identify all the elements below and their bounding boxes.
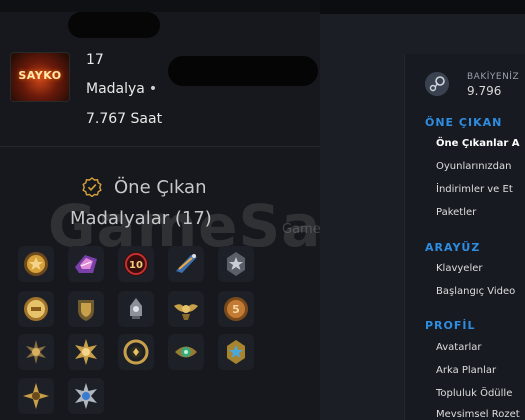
stat-medals: Madalya • [86, 81, 157, 97]
medal-sunburst-icon[interactable] [18, 334, 54, 370]
medals-subtitle: Madalyalar (17) [70, 208, 212, 229]
section-divider [0, 146, 320, 147]
nav-item-backgrounds[interactable]: Arka Planlar [436, 365, 496, 376]
nav-item-community-awards[interactable]: Topluluk Ödülle [436, 388, 512, 399]
medal-blade-icon[interactable] [168, 246, 204, 282]
medal-gold-star-icon[interactable] [18, 246, 54, 282]
medal-blue-star-icon[interactable] [218, 334, 254, 370]
nav-item-bundles[interactable]: Paketler [436, 207, 476, 218]
dot-separator: • [148, 81, 158, 97]
panel-gap [320, 0, 404, 420]
settings-panel: BAKİYENİZ 9.796 ÖNE ÇIKAN Öne Çıkanlar A… [404, 54, 525, 420]
top-bar [320, 0, 525, 14]
stat-medals-label: Madalya [86, 81, 145, 97]
nav-item-keyboards[interactable]: Klavyeler [436, 263, 483, 274]
avatar[interactable]: SAYKO [10, 52, 70, 102]
top-strip [0, 0, 320, 12]
svg-text:5: 5 [232, 303, 240, 316]
nav-item-featured[interactable]: Öne Çıkanlar A [436, 138, 520, 149]
medal-emerald-icon[interactable] [168, 334, 204, 370]
nav-item-startup-video[interactable]: Başlangıç Video [436, 286, 515, 297]
medal-shield-icon[interactable] [68, 291, 104, 327]
top-bar-shade [320, 14, 525, 54]
steam-logo-icon [425, 72, 449, 96]
medal-silver-star-icon[interactable] [218, 246, 254, 282]
medals-title: Öne Çıkan [114, 177, 207, 198]
nav-item-seasonal-badges[interactable]: Mevsimsel Rozet [436, 409, 520, 420]
stat-count: 17 [86, 52, 104, 68]
nav-item-sales-events[interactable]: İndirimler ve Et [436, 184, 513, 195]
redaction-bar [168, 56, 318, 86]
medal-laurel-icon[interactable] [118, 334, 154, 370]
medal-silver-bell-icon[interactable] [118, 291, 154, 327]
section-heading-profile: PROFİL [425, 319, 476, 332]
medal-gold-coin-icon[interactable] [18, 291, 54, 327]
medal-compass-icon[interactable] [18, 378, 54, 414]
medal-wings-icon[interactable] [168, 291, 204, 327]
section-heading-interface: ARAYÜZ [425, 241, 481, 254]
wallet-balance: 9.796 [467, 84, 502, 98]
badge-check-icon [82, 177, 102, 197]
medal-gold-burst-icon[interactable] [68, 334, 104, 370]
medal-diamond-icon[interactable] [68, 246, 104, 282]
nav-item-avatars[interactable]: Avatarlar [436, 342, 481, 353]
medal-blue-burst-icon[interactable] [68, 378, 104, 414]
medal-bronze-five-icon[interactable]: 5 [218, 291, 254, 327]
medal-ten-year-icon[interactable]: 10 [118, 246, 154, 282]
redaction-bar [68, 12, 160, 38]
wallet-label: BAKİYENİZ [467, 72, 520, 82]
nav-item-from-your-games[interactable]: Oyunlarınızdan [436, 161, 511, 172]
svg-text:10: 10 [129, 260, 143, 271]
stat-hours: 7.767 Saat [86, 111, 163, 127]
section-heading-featured: ÖNE ÇIKAN [425, 116, 503, 129]
avatar-logo-text: SAYKO [18, 69, 62, 82]
